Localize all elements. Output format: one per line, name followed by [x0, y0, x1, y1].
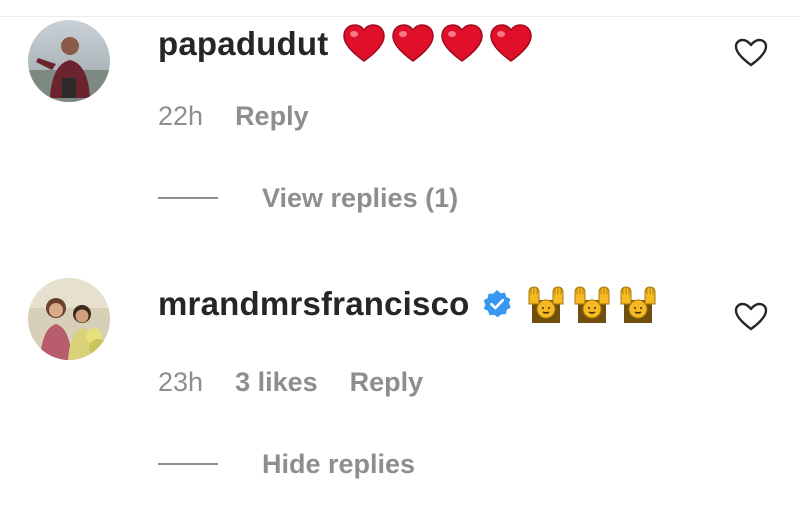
- red-heart-emoji-icon: [392, 24, 435, 62]
- likes-count-link[interactable]: 3 likes: [235, 367, 318, 398]
- comment-meta: 23h 3 likes Reply: [158, 364, 423, 400]
- comment-timestamp: 22h: [158, 100, 204, 131]
- comment-meta: 22h Reply: [158, 98, 309, 134]
- avatar[interactable]: [28, 278, 110, 360]
- person-raising-hands-emoji-icon: [574, 286, 610, 323]
- replies-divider: [158, 463, 218, 465]
- red-heart-emoji-icon: [441, 24, 484, 62]
- view-replies-label: View replies (1): [262, 182, 459, 213]
- red-heart-emoji-icon: [343, 24, 386, 62]
- divider: [0, 0, 800, 17]
- username-link[interactable]: papadudut: [158, 25, 328, 63]
- comments-panel: papadudut 22h Reply View replies (1) mra…: [0, 0, 800, 516]
- comment-timestamp: 23h: [158, 366, 204, 397]
- heart-outline-icon[interactable]: [734, 38, 768, 68]
- comment-text: [526, 284, 664, 324]
- hide-replies-button[interactable]: Hide replies: [158, 446, 415, 482]
- comment-text: [342, 24, 538, 64]
- view-replies-button[interactable]: View replies (1): [158, 180, 458, 216]
- avatar[interactable]: [28, 20, 110, 102]
- heart-outline-icon[interactable]: [734, 302, 768, 332]
- comment-header: mrandmrsfrancisco: [158, 282, 664, 326]
- person-raising-hands-emoji-icon: [528, 286, 564, 323]
- verified-badge-icon: [483, 290, 511, 318]
- person-raising-hands-emoji-icon: [620, 286, 656, 323]
- username-link[interactable]: mrandmrsfrancisco: [158, 285, 470, 323]
- comment-header: papadudut: [158, 22, 538, 66]
- reply-button[interactable]: Reply: [350, 367, 424, 398]
- replies-divider: [158, 197, 218, 199]
- red-heart-emoji-icon: [490, 24, 533, 62]
- hide-replies-label: Hide replies: [262, 448, 416, 479]
- reply-button[interactable]: Reply: [235, 101, 309, 132]
